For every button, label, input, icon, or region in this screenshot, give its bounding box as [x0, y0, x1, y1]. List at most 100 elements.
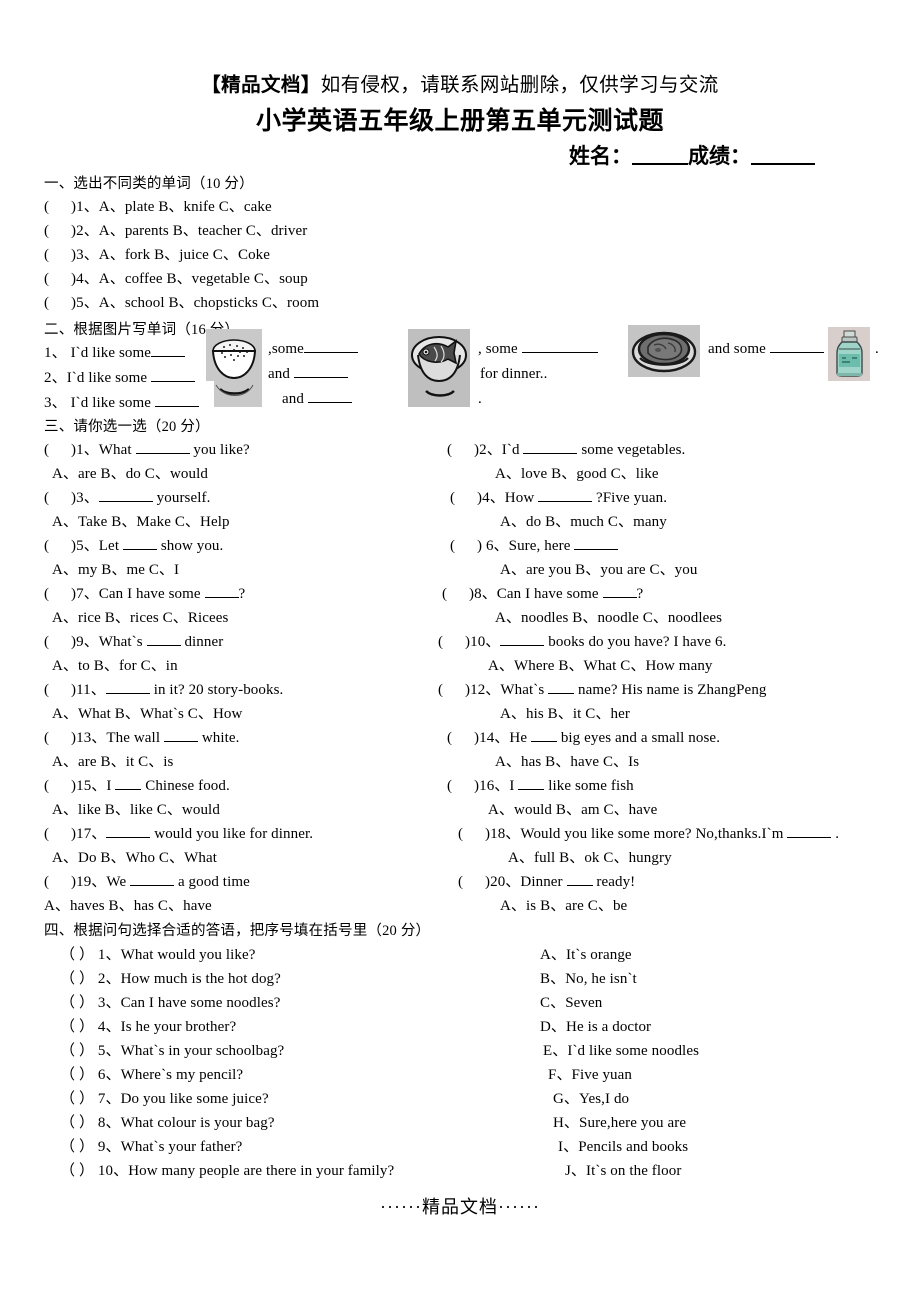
s3-q2-blank[interactable]: [523, 442, 578, 454]
s3-q20-options[interactable]: A、is B、are C、be: [500, 894, 627, 915]
s4-question-10[interactable]: （ ） 10、How many people are there in your…: [60, 1159, 394, 1180]
s2-line1-blank-1[interactable]: [151, 345, 186, 357]
s3-q1-blank[interactable]: [135, 442, 190, 454]
s4-question-4[interactable]: （ ） 4、Is he your brother?: [60, 1015, 236, 1036]
s3-q13: ()13、The wall white.: [44, 730, 240, 746]
s4-answer-a[interactable]: A、It`s orange: [540, 943, 632, 964]
s3-q9-blank[interactable]: [146, 634, 181, 646]
notice-bracket-text: 【精品文档】: [201, 75, 321, 96]
s4-answer-g[interactable]: G、Yes,I do: [553, 1087, 629, 1108]
s3-q3-options[interactable]: A、Take B、Make C、Help: [52, 510, 230, 531]
s4-answer-e[interactable]: E、I`d like some noodles: [543, 1039, 699, 1060]
s3-q19-options[interactable]: A、haves B、has C、have: [44, 894, 212, 915]
s3-q8-pre: )8、Can I have some: [469, 586, 599, 602]
s3-q10-post: books do you have? I have 6.: [548, 634, 727, 650]
s4-question-8[interactable]: （ ） 8、What colour is your bag?: [60, 1111, 275, 1132]
s3-q17-options[interactable]: A、Do B、Who C、What: [52, 846, 217, 867]
s3-q4-blank[interactable]: [538, 490, 593, 502]
s3-q17-blank[interactable]: [106, 826, 151, 838]
s3-q5-options[interactable]: A、my B、me C、I: [52, 558, 179, 579]
s3-q1-post: you like?: [193, 442, 250, 458]
s2-line3-blank-2[interactable]: [307, 391, 352, 403]
s3-q13-options[interactable]: A、are B、it C、is: [52, 750, 174, 771]
water-bottle-image: [828, 327, 870, 381]
s4-question-2[interactable]: （ ） 2、How much is the hot dog?: [60, 967, 281, 988]
s3-q15-options[interactable]: A、like B、like C、would: [52, 798, 220, 819]
s2-line1-blank-3[interactable]: [521, 341, 598, 353]
s3-q5-blank[interactable]: [122, 538, 157, 550]
s3-q14-options[interactable]: A、has B、have C、Is: [495, 750, 639, 771]
s4-answer-f[interactable]: F、Five yuan: [548, 1063, 632, 1084]
s3-q14-pre: )14、He: [474, 730, 528, 746]
s2-line2-blank-1[interactable]: [151, 370, 196, 382]
s3-q7-pre: )7、Can I have some: [71, 586, 201, 602]
s3-q10-blank[interactable]: [500, 634, 545, 646]
s4-answer-d[interactable]: D、He is a doctor: [540, 1015, 651, 1036]
s2-line1-part-b: ,some: [268, 341, 358, 358]
s4-question-3[interactable]: （ ） 3、Can I have some noodles?: [60, 991, 280, 1012]
s4-answer-b[interactable]: B、No, he isn`t: [540, 967, 637, 988]
s1-item-2-text: )2、A、parents B、teacher C、driver: [71, 223, 308, 239]
s4-question-1[interactable]: （ ） 1、What would you like?: [60, 943, 255, 964]
s3-q18-options[interactable]: A、full B、ok C、hungry: [508, 846, 672, 867]
s3-q6: () 6、Sure, here: [450, 534, 619, 555]
s3-q18: ()18、Would you like some more? No,thanks…: [458, 826, 840, 842]
s3-q8-options[interactable]: A、noodles B、noodle C、noodlees: [495, 606, 722, 627]
s2-line1-lead: 1、 I`d like some: [44, 341, 186, 362]
section4-heading: 四、根据问句选择合适的答语，把序号填在括号里（20 分）: [44, 923, 431, 939]
s3-q18-blank[interactable]: [787, 826, 832, 838]
s3-q14-blank[interactable]: [530, 730, 557, 742]
s4-answer-h[interactable]: H、Sure,here you are: [553, 1111, 686, 1132]
s3-q1: ()1、What you like?: [44, 442, 250, 458]
s4-question-7[interactable]: （ ） 7、Do you like some juice?: [60, 1087, 269, 1108]
copyright-notice: 【精品文档】如有侵权，请联系网站删除，仅供学习与交流: [0, 68, 920, 97]
s3-q4-options[interactable]: A、do B、much C、many: [500, 510, 667, 531]
s3-q1-options[interactable]: A、are B、do C、would: [52, 462, 208, 483]
s4-question-6[interactable]: （ ） 6、Where`s my pencil?: [60, 1063, 243, 1084]
s3-q7-blank[interactable]: [204, 586, 239, 598]
s1-item-5: ()5、A、school B、chopsticks C、room: [44, 295, 320, 311]
s3-q17: ()17、 would you like for dinner.: [44, 826, 314, 842]
s3-q5-pre: )5、Let: [71, 538, 120, 554]
s3-q11: ()11、 in it? 20 story-books.: [44, 682, 284, 698]
s3-q16-options[interactable]: A、would B、am C、have: [488, 798, 657, 819]
s2-line1-blank-4[interactable]: [769, 341, 824, 353]
s4-answer-j[interactable]: J、It`s on the floor: [565, 1159, 681, 1180]
s2-line3-blank-1[interactable]: [154, 395, 199, 407]
s3-q9-options[interactable]: A、to B、for C、in: [52, 654, 178, 675]
s3-q12-blank[interactable]: [548, 682, 575, 694]
s3-q12-options[interactable]: A、his B、it C、her: [500, 702, 630, 723]
s3-q13-pre: )13、The wall: [71, 730, 161, 746]
s3-q11-blank[interactable]: [105, 682, 150, 694]
score-blank[interactable]: [751, 147, 815, 165]
s2-line1-text-c: , some: [478, 341, 518, 357]
s4-question-9[interactable]: （ ） 9、What`s your father?: [60, 1135, 242, 1156]
s4-question-5[interactable]: （ ） 5、What`s in your schoolbag?: [60, 1039, 284, 1060]
s2-line1-blank-2[interactable]: [303, 341, 358, 353]
s3-q15-blank[interactable]: [115, 778, 142, 790]
name-score-line: 姓名： 成绩：: [0, 140, 920, 170]
s1-item-3-text: )3、A、fork B、juice C、Coke: [71, 247, 271, 263]
s3-q3-blank[interactable]: [98, 490, 153, 502]
s1-item-4-text: )4、A、coffee B、vegetable C、soup: [71, 271, 308, 287]
s3-q8: ()8、Can I have some ?: [442, 586, 644, 602]
s3-q16-blank[interactable]: [518, 778, 545, 790]
s3-q2-options[interactable]: A、love B、good C、like: [495, 462, 659, 483]
s3-q12: ()12、What`s name? His name is ZhangPeng: [438, 682, 767, 698]
s3-q20-blank[interactable]: [566, 874, 593, 886]
s3-q6-options[interactable]: A、are you B、you are C、you: [500, 558, 697, 579]
s3-q6-blank[interactable]: [574, 538, 619, 550]
s4-answer-c[interactable]: C、Seven: [540, 991, 602, 1012]
s3-q8-blank[interactable]: [602, 586, 637, 598]
s3-q12-pre: )12、What`s: [465, 682, 545, 698]
s3-q19-blank[interactable]: [130, 874, 175, 886]
name-blank[interactable]: [632, 147, 688, 165]
s3-q11-options[interactable]: A、What B、What`s C、How: [52, 702, 242, 723]
s4-answer-i[interactable]: I、Pencils and books: [558, 1135, 688, 1156]
s3-q10-options[interactable]: A、Where B、What C、How many: [488, 654, 713, 675]
s2-line3-part-b: and: [282, 391, 352, 408]
s2-line2-blank-2[interactable]: [293, 366, 348, 378]
s2-line1-period: .: [875, 341, 879, 357]
s3-q7-options[interactable]: A、rice B、rices C、Ricees: [52, 606, 228, 627]
s3-q13-blank[interactable]: [163, 730, 198, 742]
